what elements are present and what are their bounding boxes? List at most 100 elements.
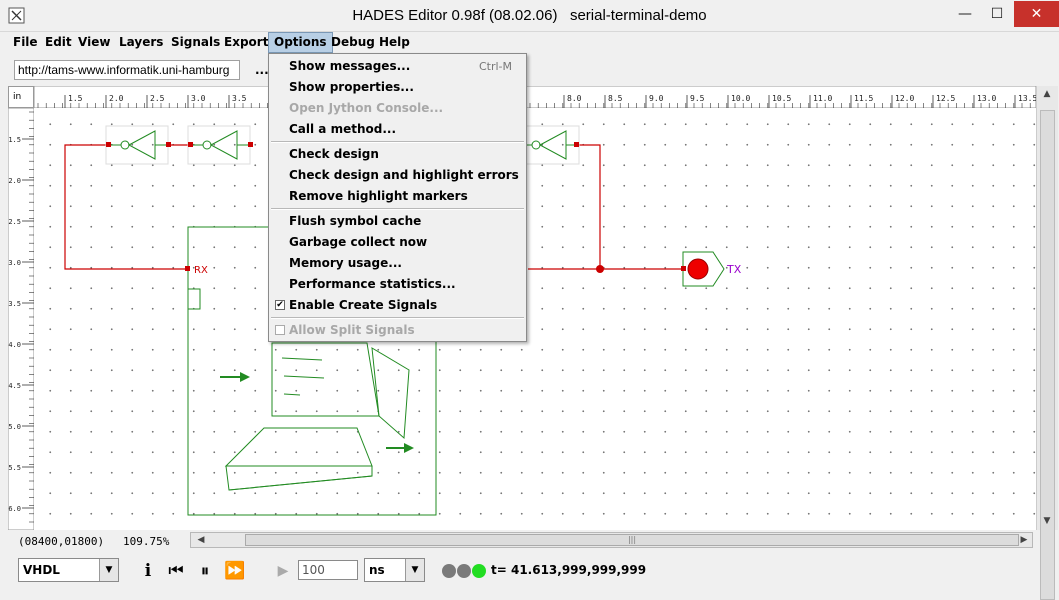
menu-debug[interactable]: Debug — [326, 32, 380, 53]
menu-export[interactable]: Export — [219, 32, 273, 53]
menu-item-allow-split-signals[interactable]: Allow Split Signals — [289, 323, 415, 337]
ruler-tick-label: 2.5 — [8, 218, 21, 226]
close-button[interactable]: ✕ — [1014, 1, 1059, 27]
minimize-button[interactable]: — — [950, 1, 980, 27]
ruler-tick-label: 2.0 — [8, 177, 21, 185]
ruler-tick-label: 6.0 — [8, 505, 21, 513]
checkbox-icon[interactable] — [275, 325, 285, 335]
menu-separator — [271, 141, 524, 143]
ruler-tick-label: 3.5 — [232, 94, 247, 103]
menu-separator — [271, 208, 524, 210]
ruler-tick-label: 13.5 — [1018, 94, 1036, 103]
ruler-tick-label: 11.5 — [854, 94, 873, 103]
ruler-tick-label: 2.5 — [150, 94, 165, 103]
menu-item-show-properties[interactable]: Show properties... — [289, 80, 414, 94]
language-select[interactable]: VHDL ▼ — [18, 558, 119, 582]
scroll-left-icon[interactable]: ◀ — [191, 535, 211, 545]
play-icon[interactable]: ▶ — [272, 560, 294, 582]
chevron-down-icon[interactable]: ▼ — [405, 559, 424, 581]
shortcut-label: Ctrl-M — [478, 60, 512, 73]
menu-item-remove-highlight[interactable]: Remove highlight markers — [289, 189, 468, 203]
cursor-coordinates: (08400,01800) — [18, 535, 105, 548]
ruler-tick-label: 3.0 — [8, 259, 21, 267]
vertical-scrollbar[interactable]: ▲ ▼ — [1036, 86, 1058, 600]
ruler-tick-label: 4.5 — [8, 382, 21, 390]
ruler-tick-label: 3.0 — [191, 94, 206, 103]
wire-junction — [596, 265, 604, 273]
ruler-tick-label: 9.0 — [649, 94, 664, 103]
menu-layers[interactable]: Layers — [114, 32, 168, 53]
ruler-tick-label: 12.5 — [936, 94, 955, 103]
step-time-input[interactable]: 100 — [298, 560, 358, 580]
horizontal-scroll-thumb[interactable]: ||| — [245, 534, 1019, 546]
vertical-scroll-thumb[interactable] — [1040, 110, 1055, 600]
ruler-tick-label: 10.0 — [731, 94, 750, 103]
ruler-tick-label: 13.0 — [977, 94, 996, 103]
horizontal-scrollbar[interactable]: ◀ ||| ▶ — [190, 532, 1033, 548]
ruler-tick-label: 3.5 — [8, 300, 21, 308]
ruler-tick-label: 11.0 — [813, 94, 832, 103]
language-value: VHDL — [23, 563, 60, 577]
menu-item-flush-symbol-cache[interactable]: Flush symbol cache — [289, 214, 421, 228]
ruler-tick-label: 1.5 — [68, 94, 83, 103]
scroll-up-icon[interactable]: ▲ — [1037, 89, 1057, 99]
maximize-button[interactable]: ☐ — [982, 1, 1012, 27]
ruler-tick-label: 10.5 — [772, 94, 791, 103]
menu-view[interactable]: View — [73, 32, 115, 53]
window-title: HADES Editor 0.98f (08.02.06) serial-ter… — [352, 7, 707, 24]
options-dropdown-menu: Show messages... Ctrl-M Show properties.… — [268, 53, 527, 342]
title-bar: HADES Editor 0.98f (08.02.06) serial-ter… — [0, 0, 1059, 32]
menu-item-call-method[interactable]: Call a method... — [289, 122, 396, 136]
time-unit-value: ns — [369, 563, 385, 577]
ruler-tick-label: 5.5 — [8, 464, 21, 472]
menu-item-open-jython-console[interactable]: Open Jython Console... — [289, 101, 443, 115]
schematic-canvas[interactable]: RX TX — [34, 108, 1036, 530]
tx-label: TX — [726, 263, 742, 276]
inverter-symbol[interactable] — [187, 125, 253, 165]
ruler-left: 1.5 2.0 2.5 3.0 3.5 4.0 4.5 5.0 5.5 6.0 — [8, 108, 34, 530]
inverter-symbol[interactable] — [105, 125, 171, 165]
rewind-icon[interactable]: ⏮ — [165, 560, 187, 582]
info-icon[interactable]: i — [137, 560, 159, 582]
zoom-level: 109.75% — [123, 535, 170, 548]
ruler-tick-label: 5.0 — [8, 423, 21, 431]
fast-forward-icon[interactable]: ⏩ — [224, 560, 246, 582]
ruler-top: 1.5 2.0 2.5 3.0 3.5 8.0 8.5 9.0 9.5 10.0 10.5 11.0 1… — [34, 86, 1036, 108]
menu-item-show-messages[interactable]: Show messages... — [289, 59, 410, 73]
menu-separator — [271, 317, 524, 319]
menu-bar: File Edit View Layers Signals Export Opt… — [0, 32, 1059, 53]
ruler-tick-label: 4.0 — [8, 341, 21, 349]
pause-icon[interactable]: ⏸ — [194, 560, 216, 582]
menu-options[interactable]: Options — [268, 32, 333, 53]
time-unit-select[interactable]: ns ▼ — [364, 558, 425, 582]
menu-item-check-design[interactable]: Check design — [289, 147, 379, 161]
menu-item-check-design-highlight[interactable]: Check design and highlight errors — [289, 168, 519, 182]
ruler-tick-label: 9.5 — [690, 94, 705, 103]
menu-item-enable-create-signals[interactable]: Enable Create Signals — [289, 298, 437, 312]
ruler-tick-label: 8.5 — [608, 94, 623, 103]
menu-item-performance-statistics[interactable]: Performance statistics... — [289, 277, 456, 291]
menu-item-garbage-collect[interactable]: Garbage collect now — [289, 235, 427, 249]
rx-label: RX — [194, 265, 208, 276]
status-led — [457, 564, 471, 578]
url-field[interactable]: http://tams-www.informatik.uni-hamburg — [14, 60, 240, 80]
scroll-down-icon[interactable]: ▼ — [1037, 516, 1057, 526]
menu-file[interactable]: File — [8, 32, 43, 53]
tx-led-output[interactable] — [681, 251, 725, 287]
simulation-time: t= 41.613,999,999,999 — [491, 563, 647, 577]
ruler-tick-label: 2.0 — [109, 94, 124, 103]
menu-edit[interactable]: Edit — [40, 32, 77, 53]
menu-signals[interactable]: Signals — [166, 32, 225, 53]
menu-item-memory-usage[interactable]: Memory usage... — [289, 256, 402, 270]
ruler-unit: in — [8, 86, 34, 108]
chevron-down-icon[interactable]: ▼ — [99, 559, 118, 581]
scroll-right-icon[interactable]: ▶ — [1014, 535, 1034, 545]
ruler-tick-label: 12.0 — [895, 94, 914, 103]
ruler-tick-label: 1.5 — [8, 136, 21, 144]
url-more-button[interactable]: ... — [255, 60, 269, 80]
status-led — [472, 564, 486, 578]
ruler-tick-label: 8.0 — [567, 94, 582, 103]
menu-help[interactable]: Help — [374, 32, 415, 53]
checkbox-icon[interactable]: ✔ — [275, 300, 285, 310]
schematic-drawing: RX TX — [64, 125, 742, 516]
